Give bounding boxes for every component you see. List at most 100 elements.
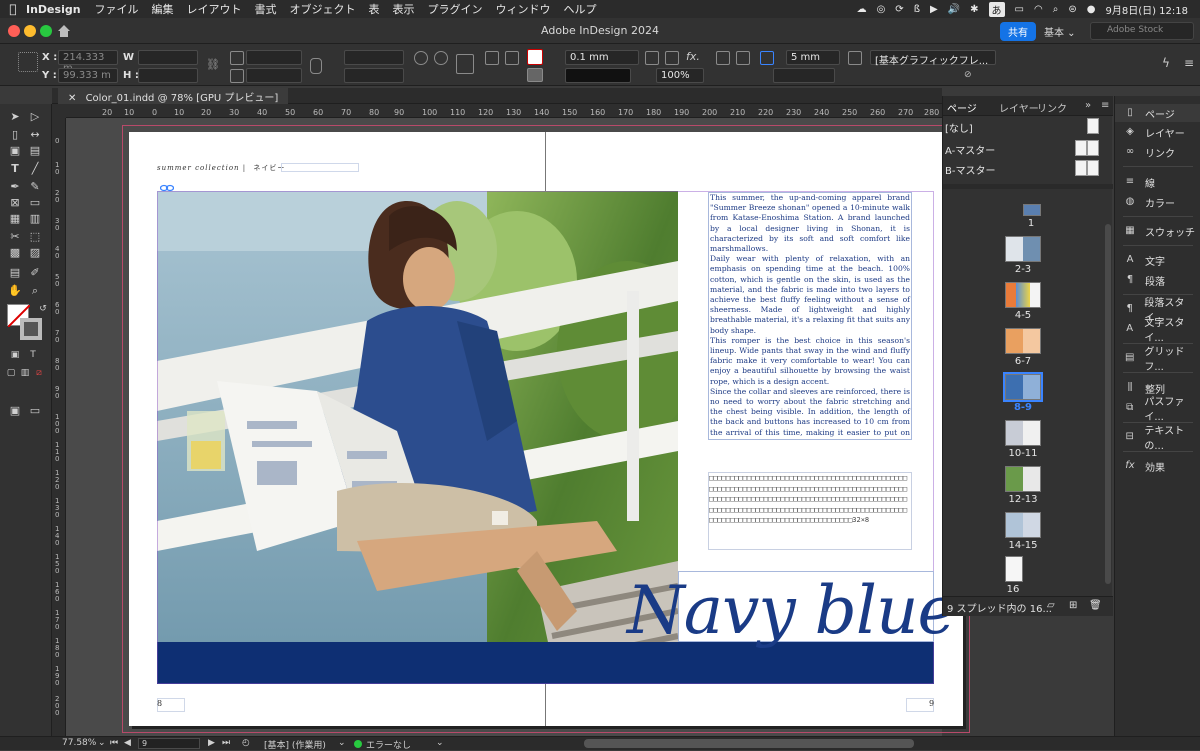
last-page-icon[interactable]: ⏭ bbox=[222, 738, 230, 748]
tab-layers[interactable]: レイヤー bbox=[999, 100, 1039, 115]
spread-label-12-13[interactable]: 12-13 bbox=[1003, 494, 1043, 505]
volume-icon[interactable]: 🔊 bbox=[948, 4, 960, 15]
dock-grid-formats[interactable]: ▤ グリッドフ... bbox=[1115, 347, 1200, 373]
document-tab[interactable]: ✕ Color_01.indd @ 78% [GPU プレビュー] bbox=[58, 88, 289, 104]
spread-title[interactable]: Navy blue bbox=[627, 571, 957, 651]
flip-v-icon[interactable] bbox=[505, 51, 519, 65]
menu-type[interactable]: 書式 bbox=[255, 1, 277, 17]
master-a-thumb-left[interactable] bbox=[1075, 140, 1087, 156]
spread-label-14-15[interactable]: 14-15 bbox=[1003, 540, 1043, 551]
menu-window[interactable]: ウィンドウ bbox=[496, 1, 551, 17]
stroke-type-select[interactable] bbox=[565, 68, 631, 83]
page-number-field[interactable]: 9 bbox=[138, 738, 200, 749]
apple-icon[interactable]:  bbox=[0, 2, 26, 16]
scale-y-field[interactable] bbox=[246, 68, 302, 83]
prev-page-icon[interactable]: ◀ bbox=[124, 738, 131, 748]
menu-object[interactable]: オブジェクト bbox=[290, 1, 356, 17]
creative-cloud-icon[interactable]: ◎ bbox=[877, 4, 886, 15]
placeholder-text-frame[interactable]: □□□□□□□□□□□□□□□□□□□□□□□□□□□□□□□□□□□□□□□□… bbox=[708, 472, 912, 550]
zoom-dropdown-icon[interactable]: ⌄ bbox=[98, 738, 106, 748]
text-wrap-none-icon[interactable] bbox=[716, 51, 730, 65]
profile-dropdown-icon[interactable]: ⌄ bbox=[338, 738, 346, 748]
rotate-ccw-icon[interactable] bbox=[434, 51, 448, 65]
stroke-swatch[interactable] bbox=[527, 68, 543, 82]
dock-text-wrap[interactable]: ⊟ テキストの... bbox=[1115, 426, 1200, 452]
eyedropper-tool-icon[interactable]: ✐ bbox=[28, 266, 42, 280]
master-a[interactable]: A-マスター bbox=[945, 142, 995, 157]
panel-divider[interactable] bbox=[943, 184, 1113, 189]
tab-links[interactable]: リンク bbox=[1037, 100, 1067, 115]
bluetooth-icon[interactable]: ✱ bbox=[970, 4, 978, 15]
stroke-weight-field[interactable]: 0.1 mm bbox=[565, 50, 639, 65]
dock-character-styles[interactable]: A 文字スタイ... bbox=[1115, 318, 1200, 344]
spread-label-10-11[interactable]: 10-11 bbox=[1003, 448, 1043, 459]
spread-label-4-5[interactable]: 4-5 bbox=[1003, 310, 1043, 321]
spread-label-16[interactable]: 16 bbox=[993, 584, 1033, 595]
battery-icon[interactable]: ▭ bbox=[1015, 4, 1024, 15]
y-field[interactable]: 99.333 m bbox=[58, 68, 118, 83]
flip-h-icon[interactable] bbox=[485, 51, 499, 65]
drop-shadow-icon[interactable] bbox=[665, 51, 679, 65]
menu-plugins[interactable]: プラグイン bbox=[428, 1, 483, 17]
type-tool-icon[interactable]: T bbox=[8, 162, 22, 176]
grid-tool-icon[interactable]: ▥ bbox=[28, 212, 42, 226]
spread-label-2-3[interactable]: 2-3 bbox=[1003, 264, 1043, 275]
master-b[interactable]: B-マスター bbox=[945, 162, 995, 177]
master-b-thumb-right[interactable] bbox=[1087, 160, 1099, 176]
pages-panel-scrollbar[interactable] bbox=[1105, 224, 1111, 584]
open-page-icon[interactable]: ◴ bbox=[242, 738, 250, 748]
share-button[interactable]: 共有 bbox=[1000, 22, 1036, 41]
panel-expand-icon[interactable]: » bbox=[1085, 100, 1091, 111]
stroke-swatch-tool[interactable] bbox=[20, 318, 42, 340]
clear-overrides-icon[interactable]: ⊘ bbox=[964, 70, 978, 84]
spacing-field[interactable]: 5 mm bbox=[786, 50, 840, 65]
rectangle-frame-tool-icon[interactable]: ⊠ bbox=[8, 196, 22, 210]
horizontal-scrollbar[interactable] bbox=[584, 739, 914, 748]
dock-swatches[interactable]: ▦ スウォッチ bbox=[1115, 222, 1200, 240]
w-field[interactable] bbox=[138, 50, 198, 65]
object-style-select[interactable]: [基本グラフィックフレ... bbox=[870, 50, 996, 67]
dock-pages[interactable]: ▯ ページ bbox=[1115, 104, 1200, 122]
lightning-icon[interactable]: ϟ bbox=[1162, 56, 1176, 70]
cloud-icon[interactable]: ☁ bbox=[857, 4, 867, 15]
scale-x-field[interactable] bbox=[246, 50, 302, 65]
align-select[interactable] bbox=[773, 68, 835, 83]
pencil-tool-icon[interactable]: ✎ bbox=[28, 180, 42, 194]
spread-thumb-14-15[interactable] bbox=[1005, 512, 1041, 538]
note-tool-icon[interactable]: ▤ bbox=[8, 266, 22, 280]
color-profile[interactable]: [基本] (作業用) bbox=[264, 738, 326, 751]
panel-menu-icon[interactable]: ≡ bbox=[1184, 56, 1198, 70]
menu-view[interactable]: 表示 bbox=[393, 1, 415, 17]
next-page-icon[interactable]: ▶ bbox=[208, 738, 215, 748]
select-content-icon[interactable] bbox=[456, 54, 474, 74]
swap-fill-stroke-icon[interactable]: ↺ bbox=[36, 302, 50, 316]
constrain-proportions-icon[interactable]: ⛓ bbox=[206, 58, 220, 72]
photo-frame[interactable] bbox=[157, 191, 678, 684]
menu-help[interactable]: ヘルプ bbox=[564, 1, 597, 17]
x-field[interactable]: 214.333 m bbox=[58, 50, 118, 74]
preflight-status[interactable]: エラーなし bbox=[366, 738, 411, 751]
fill-none-swatch[interactable] bbox=[527, 49, 543, 65]
control-center-icon[interactable]: ⊜ bbox=[1068, 4, 1076, 15]
input-method-badge[interactable]: あ bbox=[988, 1, 1005, 17]
master-b-thumb-left[interactable] bbox=[1075, 160, 1087, 176]
effects-button[interactable]: fx. bbox=[686, 50, 700, 63]
horizontal-ruler[interactable]: 20 10 0 10 20 30 40 50 60 70 80 90 100 1… bbox=[66, 104, 942, 118]
spread-thumb-4-5[interactable] bbox=[1005, 282, 1041, 308]
rotate-field[interactable] bbox=[344, 50, 404, 65]
siri-icon[interactable]: ● bbox=[1087, 4, 1096, 15]
corner-options-icon[interactable] bbox=[645, 51, 659, 65]
dock-character[interactable]: A 文字 bbox=[1115, 251, 1200, 269]
running-head[interactable]: summer collection | ネイビー bbox=[157, 163, 285, 173]
dock-layers[interactable]: ◈ レイヤー bbox=[1115, 123, 1200, 141]
spread-label-8-9[interactable]: 8-9 bbox=[1003, 402, 1043, 413]
gradient-feather-tool-icon[interactable]: ▨ bbox=[28, 246, 42, 260]
app-menu[interactable]: InDesign bbox=[26, 3, 81, 16]
workspace-switcher[interactable]: 基本 ⌄ bbox=[1044, 24, 1076, 39]
spread-thumb-12-13[interactable] bbox=[1005, 466, 1041, 492]
wifi-icon[interactable]: ◠ bbox=[1034, 4, 1043, 15]
apply-color-icon[interactable]: ▢ bbox=[4, 366, 18, 380]
clock[interactable]: 9月8日(日) 12:18 bbox=[1105, 2, 1188, 17]
folio-right[interactable]: 9 bbox=[929, 699, 934, 708]
adobe-stock-search[interactable]: Adobe Stock bbox=[1090, 22, 1194, 40]
